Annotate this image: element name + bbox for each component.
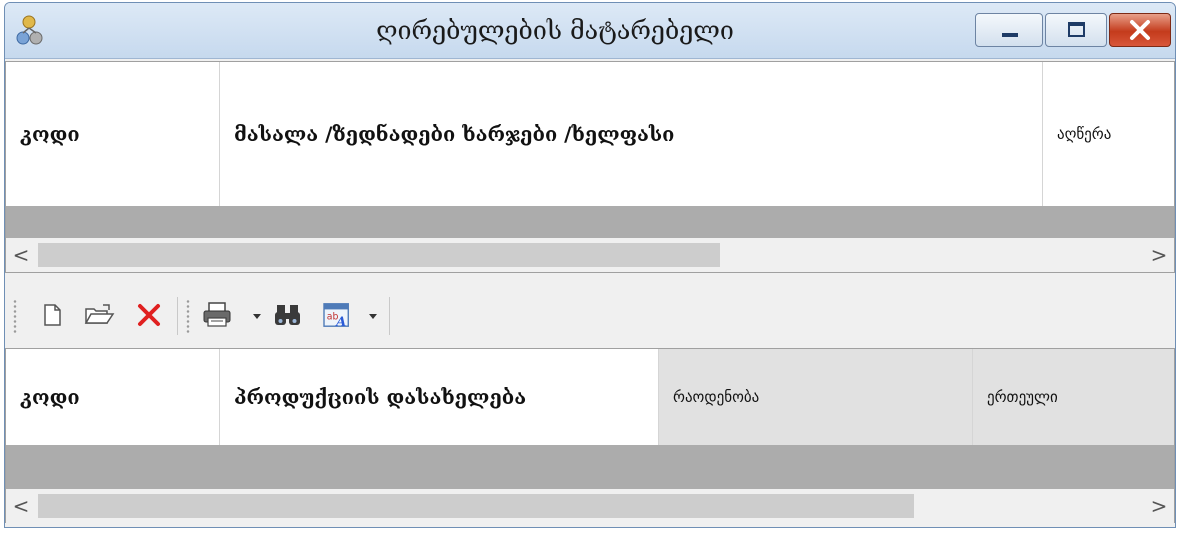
- column-chooser-dropdown-arrow-icon[interactable]: [367, 301, 379, 329]
- scrollbar-thumb[interactable]: [38, 494, 914, 518]
- column-chooser-icon[interactable]: ab A: [321, 301, 355, 329]
- scroll-right-arrow-icon[interactable]: >: [1144, 238, 1174, 272]
- column-header-unit[interactable]: ერთეული: [973, 349, 1174, 445]
- print-icon[interactable]: [201, 301, 235, 329]
- column-header-label: რაოდენობა: [673, 388, 760, 406]
- column-header-label: აღწერა: [1057, 125, 1112, 143]
- top-horizontal-scrollbar[interactable]: < >: [6, 238, 1174, 272]
- scroll-left-arrow-icon[interactable]: <: [6, 489, 36, 523]
- column-header-code[interactable]: კოდი: [6, 349, 220, 445]
- close-icon: [1130, 20, 1150, 40]
- main-window: ღირებულების მატარებელი კოდი მასალა /ზედნ…: [4, 2, 1176, 528]
- toolbar-grip-icon[interactable]: [186, 299, 190, 333]
- maximize-button[interactable]: [1045, 13, 1107, 47]
- column-header-label: კოდი: [20, 122, 80, 146]
- toolbar-separator: [389, 297, 390, 335]
- column-header-label: ერთეული: [987, 388, 1058, 406]
- open-folder-icon[interactable]: [83, 301, 115, 329]
- scrollbar-thumb[interactable]: [38, 243, 720, 267]
- bottom-data-grid[interactable]: კოდი პროდუქციის დასახელება რაოდენობა ერთ…: [5, 348, 1175, 523]
- toolbar-separator: [177, 297, 178, 335]
- top-grid-header: კოდი მასალა /ზედნადები ხარჯები /ხელფასი …: [6, 62, 1174, 206]
- top-data-grid[interactable]: კოდი მასალა /ზედნადები ხარჯები /ხელფასი …: [5, 61, 1175, 273]
- close-button[interactable]: [1109, 13, 1171, 47]
- title-bar[interactable]: ღირებულების მატარებელი: [5, 3, 1175, 59]
- scroll-right-arrow-icon[interactable]: >: [1144, 489, 1174, 523]
- maximize-icon: [1068, 22, 1085, 37]
- bottom-horizontal-scrollbar[interactable]: < >: [6, 489, 1174, 523]
- column-header-description[interactable]: აღწერა: [1043, 62, 1174, 206]
- column-header-code[interactable]: კოდი: [6, 62, 220, 206]
- window-title: ღირებულების მატარებელი: [376, 16, 734, 45]
- toolbar-grip-icon[interactable]: [13, 299, 17, 333]
- app-icon: [16, 15, 43, 45]
- column-header-material[interactable]: მასალა /ზედნადები ხარჯები /ხელფასი: [220, 62, 1043, 206]
- scroll-left-arrow-icon[interactable]: <: [6, 238, 36, 272]
- column-header-label: მასალა /ზედნადები ხარჯები /ხელფასი: [234, 122, 675, 146]
- minimize-icon: [1002, 33, 1018, 37]
- column-header-label: კოდი: [20, 385, 80, 409]
- bottom-grid-header: კოდი პროდუქციის დასახელება რაოდენობა ერთ…: [6, 349, 1174, 445]
- svg-text:A: A: [334, 315, 346, 329]
- print-dropdown-arrow-icon[interactable]: [251, 301, 263, 329]
- delete-icon[interactable]: [136, 301, 162, 329]
- top-grid-empty-area: [6, 206, 1174, 238]
- new-document-icon[interactable]: [41, 301, 63, 329]
- column-header-label: პროდუქციის დასახელება: [234, 385, 527, 409]
- minimize-button[interactable]: [975, 13, 1043, 47]
- binoculars-find-icon[interactable]: [273, 301, 303, 329]
- column-header-quantity[interactable]: რაოდენობა: [659, 349, 973, 445]
- bottom-grid-empty-area: [6, 445, 1174, 489]
- toolbar: ab A: [11, 291, 393, 339]
- column-header-product-name[interactable]: პროდუქციის დასახელება: [220, 349, 659, 445]
